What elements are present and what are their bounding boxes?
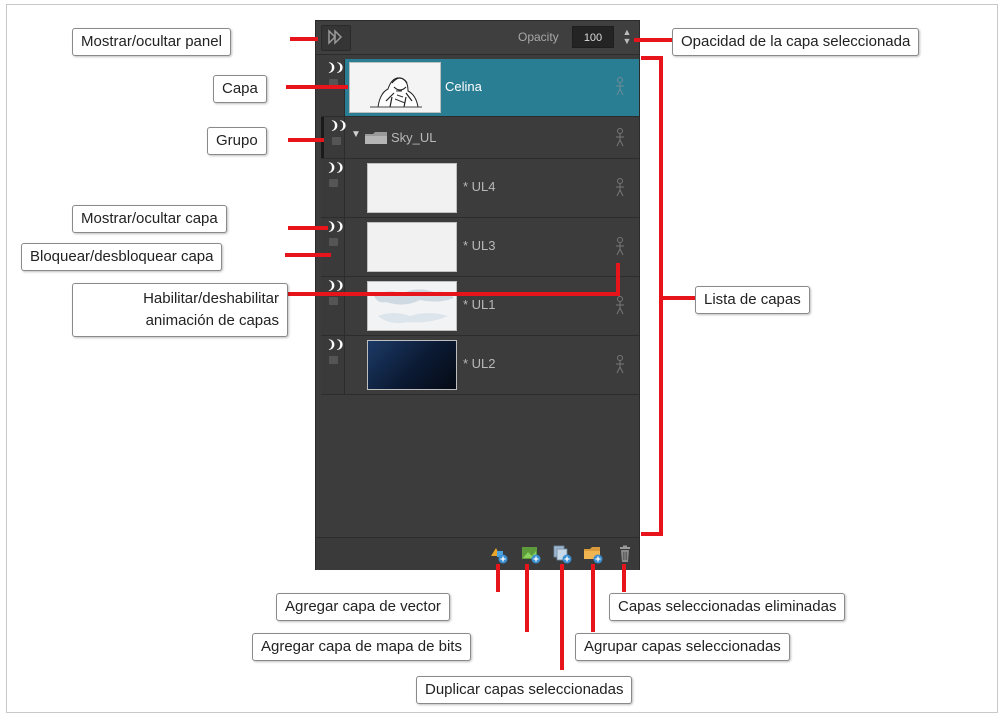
layer-thumbnail xyxy=(367,281,457,331)
chevron-down-icon[interactable]: ▼ xyxy=(351,129,361,140)
add-bitmap-layer-icon[interactable] xyxy=(521,544,541,564)
layer-thumbnail xyxy=(367,163,457,213)
animation-figure-icon[interactable] xyxy=(615,355,625,375)
layer-gutter: ❩❩ xyxy=(321,117,347,158)
eye-icon[interactable]: ❩❩ xyxy=(330,119,347,132)
callout-line xyxy=(622,564,626,592)
layer-panel-toolbar: Opacity 100 ▲ ▼ xyxy=(316,21,639,55)
callout-line xyxy=(560,564,564,670)
opacity-stepper[interactable]: ▲ ▼ xyxy=(622,28,632,46)
callout-line xyxy=(641,532,663,536)
eye-icon[interactable]: ❩❩ xyxy=(327,161,344,174)
callout-add-bitmap-layer: Agregar capa de mapa de bits xyxy=(252,633,471,661)
callout-show-hide-layer: Mostrar/ocultar capa xyxy=(72,205,227,233)
callout-line xyxy=(290,37,318,41)
duplicate-layers-icon[interactable] xyxy=(552,544,572,564)
callout-layer-list: Lista de capas xyxy=(695,286,810,314)
animation-figure-icon[interactable] xyxy=(615,237,625,257)
lock-icon[interactable] xyxy=(329,356,338,364)
callout-group: Grupo xyxy=(207,127,267,155)
callout-line xyxy=(525,564,529,632)
callout-line xyxy=(288,138,324,142)
callout-enable-animation: Habilitar/deshabilitar animación de capa… xyxy=(72,283,288,337)
callout-enable-animation-line2: animación de capas xyxy=(145,312,279,329)
double-chevron-icon xyxy=(328,29,343,45)
show-hide-panel-button[interactable] xyxy=(321,25,351,51)
animation-figure-icon[interactable] xyxy=(615,128,625,148)
callout-line xyxy=(634,38,672,42)
eye-icon[interactable]: ❩❩ xyxy=(327,338,344,351)
lock-icon[interactable] xyxy=(329,238,338,246)
trash-icon[interactable] xyxy=(615,544,635,564)
callout-line xyxy=(288,292,618,296)
animation-figure-icon[interactable] xyxy=(615,77,625,97)
lock-icon[interactable] xyxy=(329,297,338,305)
callout-line xyxy=(591,564,595,632)
callout-opacity: Opacidad de la capa seleccionada xyxy=(672,28,920,56)
add-vector-layer-icon[interactable] xyxy=(489,544,509,564)
eye-icon[interactable]: ❩❩ xyxy=(327,279,344,292)
callout-line xyxy=(286,85,348,89)
layer-row-ul1[interactable]: ❩❩ * UL1 xyxy=(321,277,639,336)
callout-enable-animation-line1: Habilitar/deshabilitar xyxy=(143,290,279,307)
layer-thumbnail xyxy=(367,222,457,272)
layer-name: * UL2 xyxy=(463,356,496,371)
layer-row-celina[interactable]: ❩❩ Celina xyxy=(321,59,639,117)
layer-name: Sky_UL xyxy=(391,130,437,145)
layer-list: ❩❩ Celina ❩❩ ▼ Sky_UL ❩❩ * UL4 ❩❩ * UL3 … xyxy=(321,59,639,419)
lock-icon[interactable] xyxy=(332,137,341,145)
layer-name: * UL3 xyxy=(463,238,496,253)
animation-figure-icon[interactable] xyxy=(615,296,625,316)
layer-row-ul3[interactable]: ❩❩ * UL3 xyxy=(321,218,639,277)
lock-icon[interactable] xyxy=(329,179,338,187)
callout-line xyxy=(288,226,328,230)
callout-group-layers: Agrupar capas seleccionadas xyxy=(575,633,790,661)
callout-line xyxy=(616,263,620,296)
eye-icon[interactable]: ❩❩ xyxy=(327,61,344,74)
layer-name: Celina xyxy=(445,79,482,94)
callout-lock-unlock-layer: Bloquear/desbloquear capa xyxy=(21,243,223,271)
animation-figure-icon[interactable] xyxy=(615,178,625,198)
folder-icon xyxy=(365,132,387,144)
layer-name: * UL4 xyxy=(463,179,496,194)
callout-line xyxy=(659,296,695,300)
callout-duplicate-layers: Duplicar capas seleccionadas xyxy=(416,676,633,704)
callout-layer: Capa xyxy=(213,75,267,103)
callout-line xyxy=(641,56,661,60)
opacity-field[interactable]: 100 xyxy=(572,26,614,48)
layer-name: * UL1 xyxy=(463,297,496,312)
layer-gutter: ❩❩ xyxy=(321,159,345,217)
callout-show-hide-panel: Mostrar/ocultar panel xyxy=(72,28,231,56)
callout-line xyxy=(285,253,331,257)
layer-gutter: ❩❩ xyxy=(321,277,345,335)
layer-gutter: ❩❩ xyxy=(321,336,345,394)
opacity-label: Opacity xyxy=(518,30,559,44)
group-layers-icon[interactable] xyxy=(583,544,603,564)
layer-thumbnail xyxy=(367,340,457,390)
eye-icon[interactable]: ❩❩ xyxy=(327,220,344,233)
layer-row-ul4[interactable]: ❩❩ * UL4 xyxy=(321,159,639,218)
callout-line xyxy=(496,564,500,592)
callout-add-vector-layer: Agregar capa de vector xyxy=(276,593,450,621)
callout-delete-layers: Capas seleccionadas eliminadas xyxy=(609,593,846,621)
layer-thumbnail xyxy=(349,62,441,113)
layer-row-ul2[interactable]: ❩❩ * UL2 xyxy=(321,336,639,395)
layer-row-sky-ul-group[interactable]: ❩❩ ▼ Sky_UL xyxy=(321,117,639,159)
